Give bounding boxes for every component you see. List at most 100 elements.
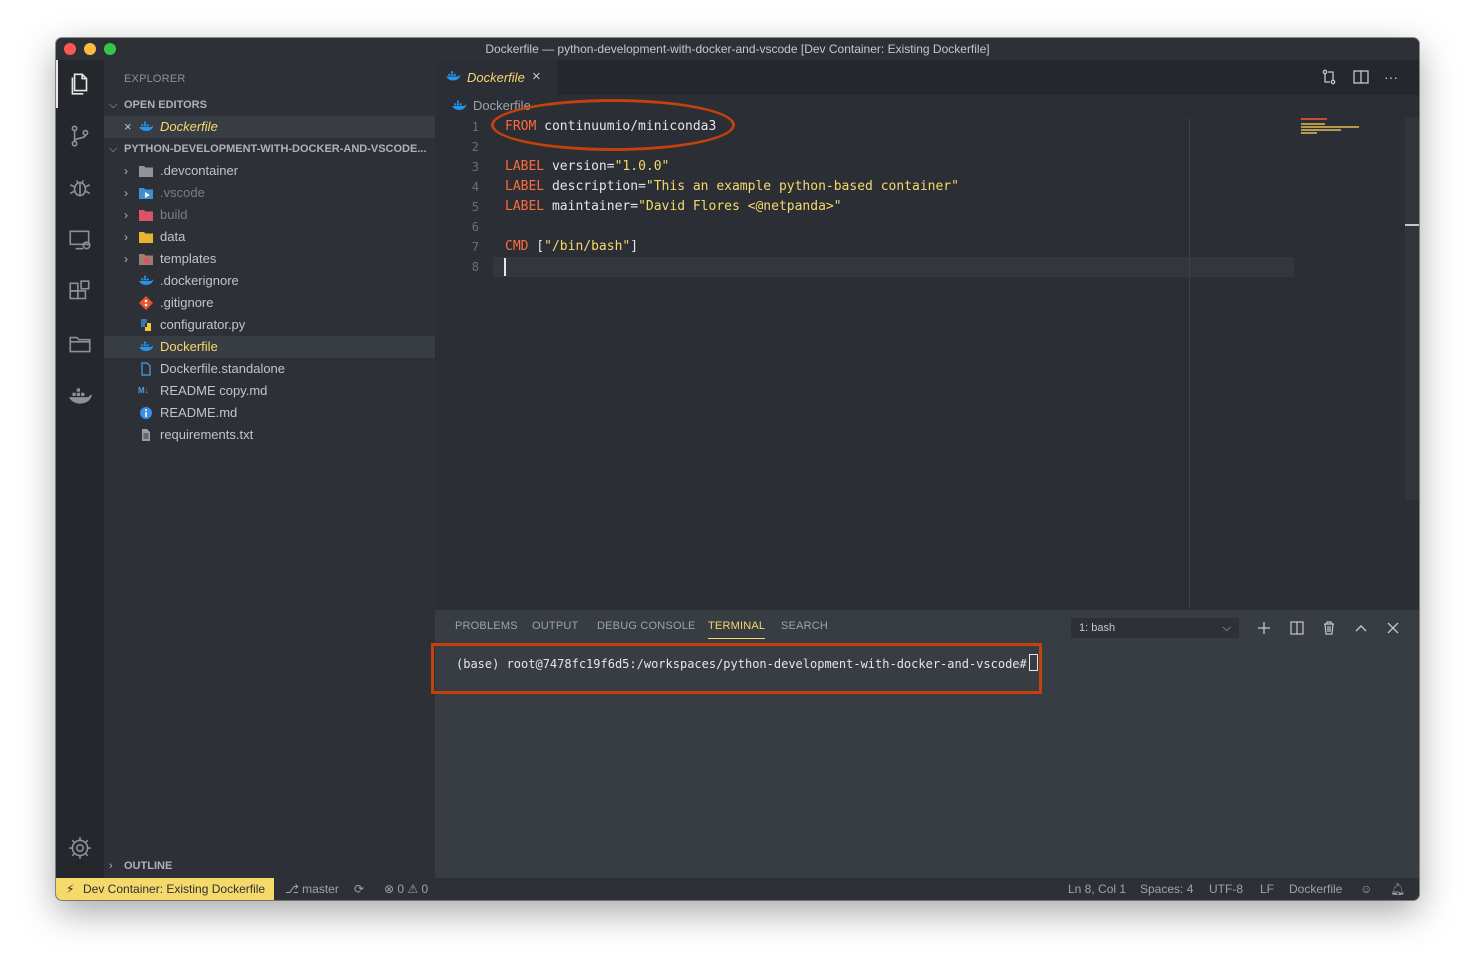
editor-scrollbar[interactable] <box>1405 118 1419 500</box>
tree-item-vscode[interactable]: › .vscode <box>104 182 435 204</box>
git-icon <box>139 296 153 310</box>
python-icon <box>141 319 151 331</box>
docker-button[interactable] <box>56 372 104 420</box>
docker-icon <box>452 100 467 110</box>
explorer-button[interactable] <box>56 60 104 108</box>
open-editors-header[interactable]: ⌵ OPEN EDITORS <box>104 94 435 116</box>
cursor-position[interactable]: Ln 8, Col 1 <box>1068 878 1126 900</box>
notifications-button[interactable]: 🔔︎ <box>1390 878 1405 900</box>
sync-button[interactable]: ⟳ <box>354 878 364 900</box>
tree-item-build[interactable]: › build <box>104 204 435 226</box>
tree-item-dockerfile-standalone[interactable]: Dockerfile.standalone <box>104 358 435 380</box>
feedback-icon: ☺ <box>1360 882 1373 896</box>
chevron-right-icon: › <box>124 164 128 178</box>
window-title: Dockerfile — python-development-with-doc… <box>485 42 990 56</box>
indentation[interactable]: Spaces: 4 <box>1140 878 1193 900</box>
tab-output[interactable]: OUTPUT <box>532 620 578 632</box>
remote-explorer-button[interactable] <box>56 216 104 264</box>
encoding[interactable]: UTF-8 <box>1209 878 1243 900</box>
problems-indicator[interactable]: ⊗ 0 ⚠ 0 <box>384 878 428 900</box>
source-control-icon <box>71 125 89 147</box>
terminal-prompt[interactable]: (base) root@7478fc19f6d5:/workspaces/pyt… <box>456 654 1038 671</box>
tree-item-templates[interactable]: › templates <box>104 248 435 270</box>
info-icon <box>140 407 152 419</box>
tree-item-data[interactable]: › data <box>104 226 435 248</box>
bell-icon: 🔔︎ <box>1390 882 1406 896</box>
chevron-right-icon: › <box>124 186 128 200</box>
tab-problems[interactable]: PROBLEMS <box>455 620 518 632</box>
folders-button[interactable] <box>56 320 104 368</box>
tab-debug-console[interactable]: DEBUG CONSOLE <box>597 620 696 632</box>
chevron-right-icon: › <box>109 860 113 872</box>
editor-area: Dockerfile × ··· Dockerfile 1 FROM conti… <box>435 60 1419 610</box>
plus-icon <box>1258 622 1270 634</box>
tree-item-devcontainer[interactable]: › .devcontainer <box>104 160 435 182</box>
close-tab-icon[interactable]: × <box>532 68 541 85</box>
compare-changes-icon <box>1322 69 1336 85</box>
chevron-down-icon: ⌵ <box>109 143 118 155</box>
chevron-right-icon: › <box>124 230 128 244</box>
more-actions-button[interactable]: ··· <box>1384 68 1402 86</box>
line-ending[interactable]: LF <box>1260 878 1274 900</box>
tab-search[interactable]: SEARCH <box>781 620 828 632</box>
manage-button[interactable] <box>56 824 104 872</box>
breadcrumb[interactable]: Dockerfile <box>451 98 531 113</box>
build-folder-icon <box>139 210 153 221</box>
language-mode[interactable]: Dockerfile <box>1289 878 1342 900</box>
branch-indicator[interactable]: ⎇ master <box>285 878 339 900</box>
new-terminal-button[interactable] <box>1254 618 1274 638</box>
text-file-icon <box>142 429 150 441</box>
warning-icon: ⚠ <box>407 882 419 896</box>
docker-icon <box>69 388 92 404</box>
trash-icon <box>1324 621 1334 635</box>
tree-item-dockerfile[interactable]: Dockerfile <box>104 336 435 358</box>
close-window-button[interactable] <box>64 43 76 55</box>
docker-icon <box>139 121 154 131</box>
ruler-line <box>1189 118 1190 609</box>
tree-item-gitignore[interactable]: .gitignore <box>104 292 435 314</box>
docker-icon <box>139 341 154 351</box>
title-bar: Dockerfile — python-development-with-doc… <box>56 38 1419 60</box>
remote-indicator[interactable]: ⚡ Dev Container: Existing Dockerfile <box>56 878 274 900</box>
minimize-window-button[interactable] <box>84 43 96 55</box>
debug-button[interactable] <box>56 164 104 212</box>
outline-header[interactable]: › OUTLINE <box>104 855 435 877</box>
docker-icon <box>446 71 461 81</box>
chevron-up-icon <box>1355 625 1367 632</box>
kill-terminal-button[interactable] <box>1319 618 1339 638</box>
maximize-window-button[interactable] <box>104 43 116 55</box>
vscode-window: Dockerfile — python-development-with-doc… <box>56 38 1419 900</box>
tree-item-readme-copy[interactable]: M↓ README copy.md <box>104 380 435 402</box>
text-cursor <box>504 258 506 276</box>
tree-item-dockerignore[interactable]: .dockerignore <box>104 270 435 292</box>
explorer-title: EXPLORER <box>124 73 186 85</box>
folder-icon <box>139 166 153 177</box>
tree-item-readme[interactable]: README.md <box>104 402 435 424</box>
tree-item-requirements[interactable]: requirements.txt <box>104 424 435 446</box>
gear-icon <box>69 837 91 859</box>
split-editor-button[interactable] <box>1352 68 1370 86</box>
split-terminal-button[interactable] <box>1287 618 1307 638</box>
remote-icon: ⚡ <box>66 882 75 896</box>
tree-item-configurator-py[interactable]: configurator.py <box>104 314 435 336</box>
debug-icon <box>69 180 91 197</box>
split-icon <box>1290 621 1304 635</box>
feedback-button[interactable]: ☺ <box>1360 878 1372 900</box>
close-icon[interactable]: × <box>124 116 132 138</box>
chevron-down-icon: ⌵ <box>109 99 118 111</box>
open-editor-item[interactable]: × Dockerfile <box>104 116 435 138</box>
vscode-folder-icon <box>139 188 153 199</box>
source-control-button[interactable] <box>56 112 104 160</box>
tab-dockerfile[interactable]: Dockerfile × <box>435 60 557 95</box>
compare-changes-button[interactable] <box>1320 68 1338 86</box>
close-panel-button[interactable] <box>1383 618 1403 638</box>
terminal-cursor <box>1028 654 1038 671</box>
error-icon: ⊗ <box>384 882 395 896</box>
maximize-panel-button[interactable] <box>1351 618 1371 638</box>
tab-terminal[interactable]: TERMINAL <box>708 620 766 639</box>
status-bar: ⚡ Dev Container: Existing Dockerfile ⎇ m… <box>56 878 1419 900</box>
extensions-button[interactable] <box>56 268 104 316</box>
minimap[interactable] <box>1301 118 1405 134</box>
workspace-header[interactable]: ⌵ PYTHON-DEVELOPMENT-WITH-DOCKER-AND-VSC… <box>104 138 435 160</box>
terminal-selector[interactable]: 1: bash ⌵ <box>1071 618 1239 638</box>
